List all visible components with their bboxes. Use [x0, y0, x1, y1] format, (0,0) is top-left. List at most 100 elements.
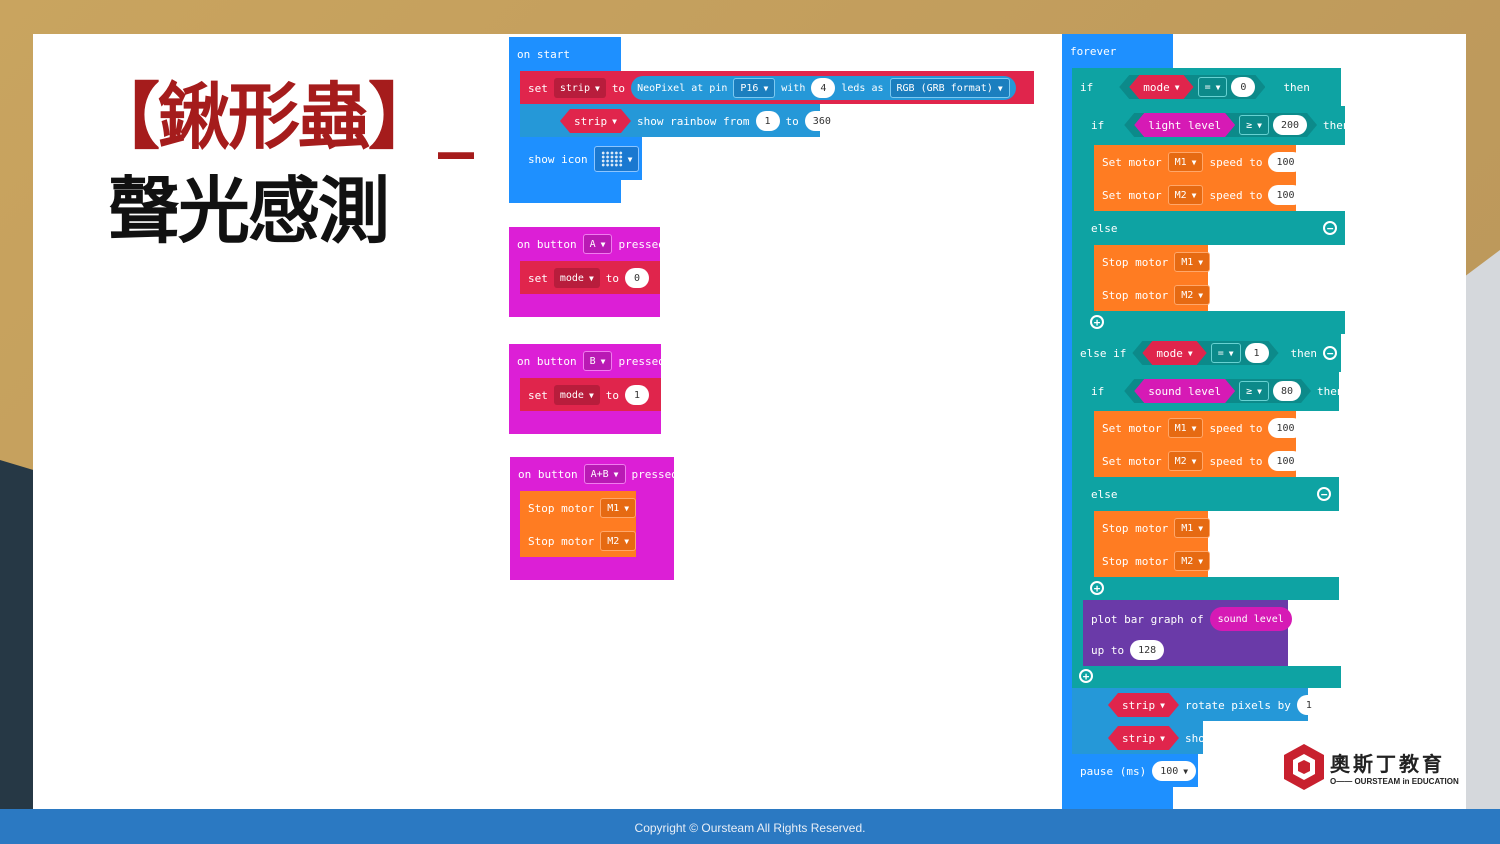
light-level-reporter[interactable]: light level — [1134, 113, 1235, 137]
show-rainbow-block[interactable]: strip ▼ show rainbow from 1 to 360 — [520, 104, 839, 137]
on-start-hat[interactable]: on start — [509, 37, 621, 71]
up-to-input[interactable]: 128 — [1130, 640, 1165, 660]
then-label: then — [1317, 384, 1344, 398]
rotate-pixels-block[interactable]: strip ▼ rotate pixels by 1 — [1072, 688, 1321, 721]
stop-motor-m2-block[interactable]: Stop motor M2 ▼ — [1094, 278, 1211, 311]
remove-else-icon[interactable]: − — [1317, 487, 1331, 501]
stop-motor-m1-block[interactable]: Stop motor M1 ▼ — [1094, 511, 1211, 544]
motor-dropdown[interactable]: M1 ▼ — [600, 498, 637, 518]
pause-value: 100 — [1160, 765, 1179, 777]
else-label: else — [1091, 487, 1118, 501]
operator-dropdown[interactable]: ≥ ▼ — [1239, 115, 1269, 135]
if-sound-level-block[interactable]: if sound level ≥ ▼ 80 then — [1083, 372, 1344, 411]
button-b-dropdown[interactable]: B ▼ — [582, 351, 613, 371]
rainbow-to-input[interactable]: 360 — [804, 111, 839, 131]
set-mode-1-block[interactable]: set mode ▼ to 1 — [520, 378, 661, 411]
motor-dropdown[interactable]: M1 ▼ — [1167, 152, 1204, 172]
pin-dropdown[interactable]: P16 ▼ — [733, 78, 776, 98]
stop-motor-m2-block[interactable]: Stop motor M2 ▼ — [520, 524, 637, 557]
button-a-dropdown[interactable]: A ▼ — [582, 234, 613, 254]
motor-dropdown[interactable]: M1 ▼ — [1174, 252, 1211, 272]
set-motor-m1-block[interactable]: Set motor M1 ▼ speed to 100 — [1094, 411, 1303, 444]
motor-dropdown[interactable]: M2 ▼ — [1167, 451, 1204, 471]
mode-value-input[interactable]: 0 — [625, 268, 650, 288]
inner-if-foot: + — [1083, 311, 1345, 334]
compare-block[interactable]: mode ▼ = ▼ 1 — [1132, 341, 1278, 365]
motor-dropdown[interactable]: M2 ▼ — [1174, 285, 1211, 305]
speed-input[interactable]: 100 — [1268, 152, 1303, 172]
compare-value-input[interactable]: 1 — [1245, 343, 1269, 363]
set-motor-m1-block[interactable]: Set motor M1 ▼ speed to 100 — [1094, 145, 1303, 178]
on-start-foot — [509, 180, 621, 203]
add-else-if-icon[interactable]: + — [1079, 669, 1093, 683]
speed-input[interactable]: 100 — [1268, 418, 1303, 438]
outer-if-foot: + — [1072, 666, 1341, 688]
decor-right — [1460, 250, 1500, 810]
strip-var-reporter[interactable]: strip ▼ — [560, 109, 631, 133]
if-light-level-block[interactable]: if light level ≥ ▼ 200 then — [1083, 106, 1350, 145]
compare-block[interactable]: mode ▼ = ▼ 0 — [1119, 75, 1265, 99]
motor-dropdown[interactable]: M2 ▼ — [600, 531, 637, 551]
light-threshold-input[interactable]: 200 — [1273, 115, 1307, 135]
motor-dropdown[interactable]: M1 ▼ — [1167, 418, 1204, 438]
add-else-icon[interactable]: + — [1090, 315, 1104, 329]
dropdown-arrow-icon: ▼ — [624, 503, 630, 513]
sound-threshold-input[interactable]: 80 — [1273, 381, 1301, 401]
else-if-mode-1-block[interactable]: else if mode ▼ = ▼ 1 then − — [1072, 334, 1341, 372]
strip-show-block[interactable]: strip ▼ show — [1072, 721, 1211, 754]
set-motor-m2-block[interactable]: Set motor M2 ▼ speed to 100 — [1094, 444, 1303, 477]
strip-var-reporter[interactable]: strip ▼ — [1108, 726, 1179, 750]
on-start-label: on start — [517, 47, 570, 61]
compare-block[interactable]: sound level ≥ ▼ 80 — [1124, 379, 1311, 403]
operator-dropdown[interactable]: = ▼ — [1211, 343, 1241, 363]
format-dropdown[interactable]: RGB (GRB format) ▼ — [889, 78, 1010, 98]
pause-block[interactable]: pause (ms) 100 ▼ — [1072, 754, 1198, 787]
motor-dropdown[interactable]: M2 ▼ — [1167, 185, 1204, 205]
mode-var-dropdown[interactable]: mode ▼ — [553, 268, 600, 288]
rotate-input[interactable]: 1 — [1296, 695, 1321, 715]
mode-label: mode — [559, 389, 584, 401]
dropdown-arrow-icon: ▼ — [588, 390, 594, 400]
light-level-label: light level — [1148, 118, 1222, 132]
sound-level-reporter[interactable]: sound level — [1134, 379, 1235, 403]
set-motor-m2-block[interactable]: Set motor M2 ▼ speed to 100 — [1094, 178, 1303, 211]
mode-var-dropdown[interactable]: mode ▼ — [553, 385, 600, 405]
compare-value-input[interactable]: 0 — [1231, 77, 1255, 97]
leds-input[interactable]: 4 — [811, 78, 836, 98]
compare-block[interactable]: light level ≥ ▼ 200 — [1124, 113, 1317, 137]
add-else-icon[interactable]: + — [1090, 581, 1104, 595]
logo-text-cn: 奧斯丁教育 — [1330, 752, 1445, 776]
operator-dropdown[interactable]: ≥ ▼ — [1239, 381, 1269, 401]
motor-dropdown[interactable]: M1 ▼ — [1174, 518, 1211, 538]
remove-else-icon[interactable]: − — [1323, 221, 1337, 235]
operator-dropdown[interactable]: = ▼ — [1198, 77, 1228, 97]
stop-motor-m1-block[interactable]: Stop motor M1 ▼ — [1094, 245, 1211, 278]
motor-dropdown[interactable]: M2 ▼ — [1174, 551, 1211, 571]
strip-label: strip — [1122, 698, 1156, 712]
forever-hat[interactable]: forever — [1062, 34, 1173, 68]
mode-var-reporter[interactable]: mode ▼ — [1142, 341, 1206, 365]
speed-input[interactable]: 100 — [1268, 185, 1303, 205]
pause-dropdown[interactable]: 100 ▼ — [1152, 761, 1197, 781]
plot-bar-graph-block[interactable]: plot bar graph of sound level up to 128 — [1083, 600, 1292, 666]
icon-picker[interactable]: ▼ — [593, 146, 640, 172]
button-name: B — [589, 355, 596, 367]
remove-else-if-icon[interactable]: − — [1323, 346, 1338, 360]
strip-var-dropdown[interactable]: strip ▼ — [553, 78, 606, 98]
button-ab-dropdown[interactable]: A+B ▼ — [583, 464, 626, 484]
stop-motor-m2-block[interactable]: Stop motor M2 ▼ — [1094, 544, 1211, 577]
set-mode-0-block[interactable]: set mode ▼ to 0 — [520, 261, 660, 294]
strip-var-reporter[interactable]: strip ▼ — [1108, 693, 1179, 717]
mode-var-reporter[interactable]: mode ▼ — [1129, 75, 1193, 99]
show-icon-block[interactable]: show icon ▼ — [520, 137, 642, 180]
pressed-label: pressed — [618, 237, 665, 251]
sound-level-reporter[interactable]: sound level — [1209, 607, 1292, 631]
motor-label: M1 — [1181, 256, 1194, 268]
mode-value-input[interactable]: 1 — [625, 385, 650, 405]
speed-input[interactable]: 100 — [1268, 451, 1303, 471]
if-mode-0-block[interactable]: if mode ▼ = ▼ 0 then — [1072, 68, 1341, 106]
neopixel-block[interactable]: NeoPixel at pin P16 ▼ with 4 leds as RGB … — [631, 76, 1016, 100]
rainbow-from-input[interactable]: 1 — [755, 111, 780, 131]
stop-motor-m1-block[interactable]: Stop motor M1 ▼ — [520, 491, 637, 524]
set-strip-block[interactable]: set strip ▼ to NeoPixel at pin P16 ▼ with … — [520, 71, 1034, 104]
